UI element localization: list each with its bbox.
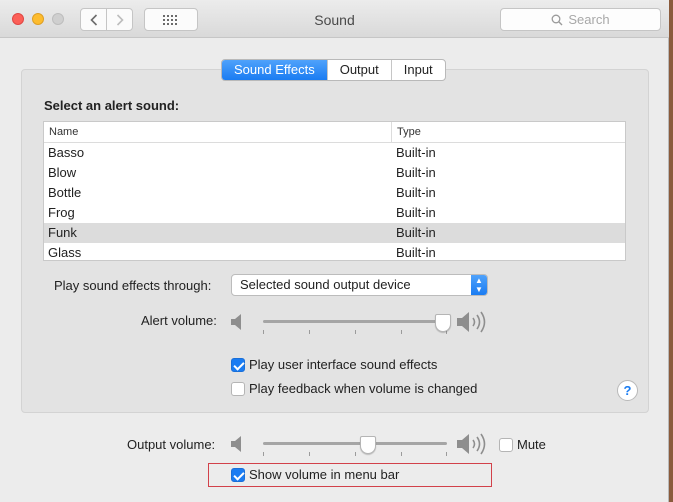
output-volume-knob[interactable] xyxy=(359,436,376,454)
output-volume-label: Output volume: xyxy=(127,437,216,452)
tab-output[interactable]: Output xyxy=(326,60,391,80)
volume-feedback-label: Play feedback when volume is changed xyxy=(249,381,478,396)
tab-bar: Sound Effects Output Input xyxy=(221,59,446,81)
table-header: Name Type xyxy=(44,122,625,143)
play-through-label: Play sound effects through: xyxy=(54,278,212,293)
show-volume-menu-bar-checkbox[interactable] xyxy=(231,468,245,482)
mute-label: Mute xyxy=(517,437,546,452)
alert-volume-knob[interactable] xyxy=(435,314,452,332)
titlebar: Sound Search xyxy=(0,0,669,38)
alert-sound-heading: Select an alert sound: xyxy=(44,98,180,113)
column-header-type[interactable]: Type xyxy=(392,122,421,143)
cell-type: Built-in xyxy=(396,165,436,180)
play-through-select[interactable]: Selected sound output device ▲ ▼ xyxy=(231,274,488,296)
ui-sound-effects-label: Play user interface sound effects xyxy=(249,357,438,372)
table-row[interactable]: Basso Built-in xyxy=(44,143,625,163)
output-volume-slider[interactable] xyxy=(263,436,447,460)
sound-preferences-window: Sound Search Sound Effects Output Input … xyxy=(0,0,669,502)
tab-sound-effects[interactable]: Sound Effects xyxy=(222,60,327,80)
cell-name: Funk xyxy=(48,225,77,240)
alert-volume-slider[interactable] xyxy=(263,314,452,338)
table-row[interactable]: Glass Built-in xyxy=(44,243,625,260)
search-icon xyxy=(551,14,563,25)
mute-checkbox[interactable] xyxy=(499,438,513,452)
alert-sound-table[interactable]: Name Type Basso Built-in Blow Built-in B… xyxy=(43,121,626,261)
table-row[interactable]: Frog Built-in xyxy=(44,203,625,223)
search-field[interactable]: Search xyxy=(500,8,661,31)
cell-type: Built-in xyxy=(396,185,436,200)
cell-name: Bottle xyxy=(48,185,82,200)
cell-name: Frog xyxy=(48,205,75,220)
table-row[interactable]: Blow Built-in xyxy=(44,163,625,183)
cell-type: Built-in xyxy=(396,205,436,220)
cell-type: Built-in xyxy=(396,145,436,160)
ui-sound-effects-checkbox[interactable] xyxy=(231,358,245,372)
tab-input[interactable]: Input xyxy=(390,60,445,80)
search-placeholder: Search xyxy=(568,12,610,27)
volume-feedback-checkbox[interactable] xyxy=(231,382,245,396)
chevron-updown-icon: ▲ ▼ xyxy=(471,275,487,295)
play-through-value: Selected sound output device xyxy=(240,277,411,292)
speaker-high-icon xyxy=(457,311,486,333)
cell-name: Basso xyxy=(48,145,85,160)
help-button[interactable]: ? xyxy=(617,380,638,401)
cell-name: Glass xyxy=(48,245,82,260)
cell-name: Blow xyxy=(48,165,77,180)
table-row-selected[interactable]: Funk Built-in xyxy=(44,223,625,243)
speaker-low-icon xyxy=(231,314,241,330)
cell-type: Built-in xyxy=(396,225,436,240)
column-header-name[interactable]: Name xyxy=(44,122,392,142)
speaker-low-icon xyxy=(231,436,241,452)
speaker-high-icon xyxy=(457,433,486,455)
alert-volume-label: Alert volume: xyxy=(141,313,217,328)
show-volume-menu-bar-label: Show volume in menu bar xyxy=(249,467,400,482)
table-row[interactable]: Bottle Built-in xyxy=(44,183,625,203)
cell-type: Built-in xyxy=(396,245,436,260)
